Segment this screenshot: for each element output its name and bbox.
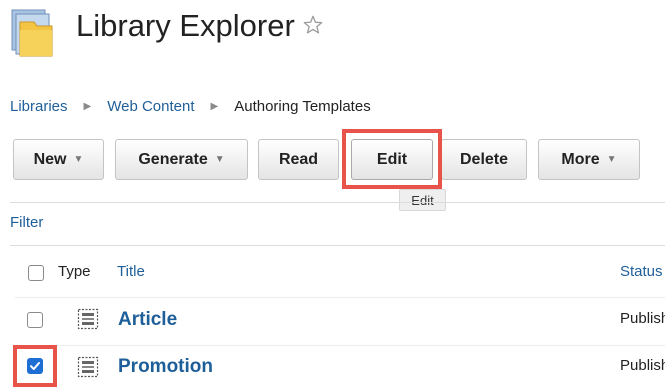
read-button[interactable]: Read — [258, 139, 339, 180]
row-status: Published — [620, 357, 665, 374]
template-icon — [77, 308, 99, 330]
breadcrumb-authoring-templates: Authoring Templates — [234, 97, 371, 115]
dropdown-caret-icon: ▼ — [73, 154, 84, 165]
generate-button-label: Generate — [138, 150, 208, 168]
row-title-link[interactable]: Article — [118, 309, 177, 331]
delete-button-label: Delete — [459, 150, 509, 168]
breadcrumb-arrow-icon: ▶ — [210, 100, 219, 112]
column-header-status[interactable]: Status — [620, 263, 663, 280]
delete-button[interactable]: Delete — [441, 139, 527, 180]
dropdown-caret-icon: ▼ — [606, 154, 617, 165]
row-status: Published — [620, 310, 665, 327]
library-explorer-page: Library Explorer Libraries ▶ Web Content… — [0, 0, 665, 387]
more-button[interactable]: More ▼ — [538, 139, 640, 180]
edit-button[interactable]: Edit — [351, 139, 433, 180]
library-folder-icon — [11, 9, 53, 57]
dropdown-caret-icon: ▼ — [214, 154, 225, 165]
edit-tooltip: Edit — [399, 189, 446, 211]
filter-link[interactable]: Filter — [10, 214, 43, 231]
divider — [10, 202, 665, 203]
row-title-link[interactable]: Promotion — [118, 356, 213, 378]
read-button-label: Read — [278, 150, 319, 168]
checkmark-icon — [30, 362, 40, 370]
row-checkbox-checked[interactable] — [27, 358, 43, 374]
column-header-title[interactable]: Title — [117, 263, 145, 280]
generate-button[interactable]: Generate ▼ — [115, 139, 248, 180]
row-checkbox[interactable] — [27, 312, 43, 328]
row-divider — [15, 345, 665, 346]
row-divider — [15, 297, 665, 298]
column-header-type[interactable]: Type — [58, 263, 91, 280]
template-icon — [77, 356, 99, 378]
new-button-label: New — [33, 150, 67, 168]
breadcrumb-web-content[interactable]: Web Content — [107, 98, 194, 115]
breadcrumb-arrow-icon: ▶ — [83, 100, 92, 112]
breadcrumb: Libraries ▶ Web Content ▶ Authoring Temp… — [10, 96, 371, 116]
breadcrumb-libraries[interactable]: Libraries — [10, 98, 68, 115]
select-all-checkbox[interactable] — [28, 265, 44, 281]
new-button[interactable]: New ▼ — [13, 139, 104, 180]
divider — [10, 245, 665, 246]
page-title: Library Explorer — [76, 8, 295, 43]
edit-button-label: Edit — [376, 150, 408, 168]
favorite-star-icon[interactable] — [302, 14, 324, 36]
more-button-label: More — [561, 150, 600, 168]
